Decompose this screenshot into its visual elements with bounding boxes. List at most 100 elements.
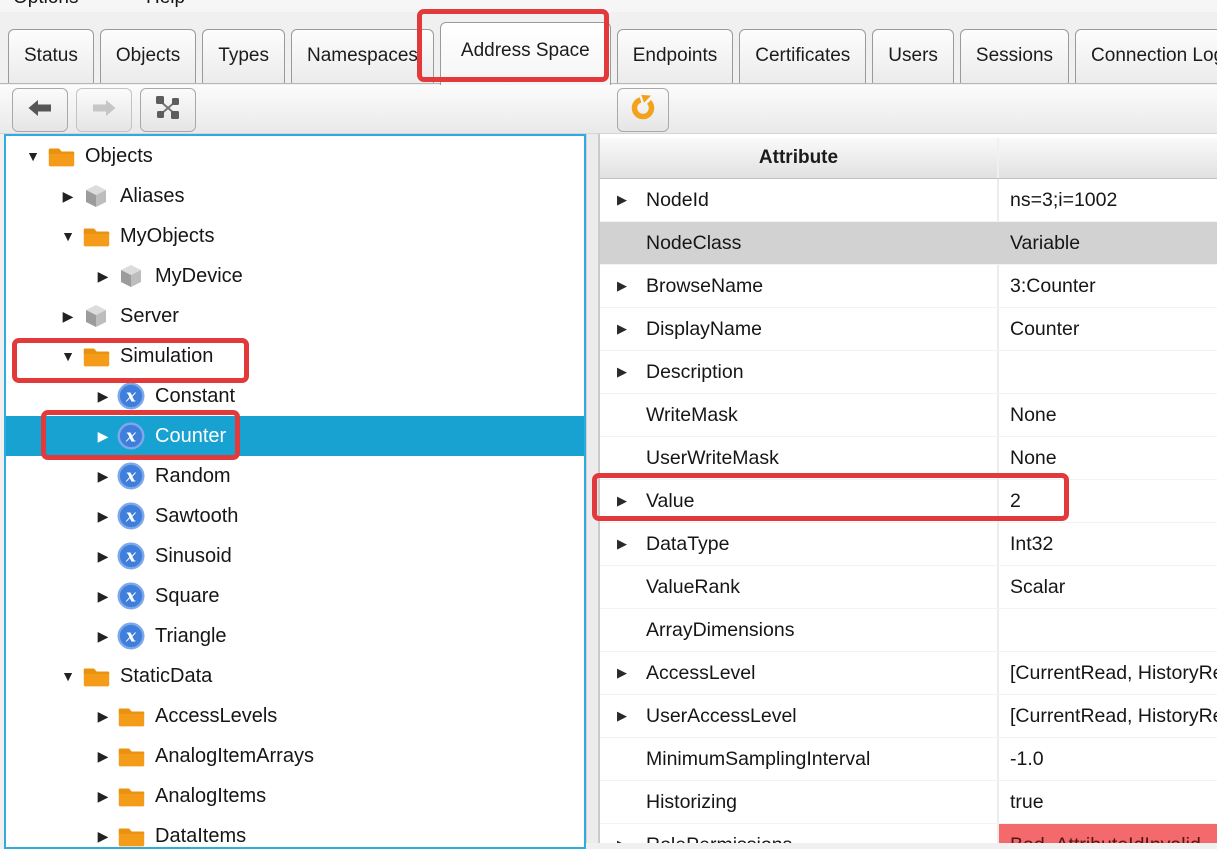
tab-certificates[interactable]: Certificates [739, 29, 866, 83]
expand-arrow-icon[interactable]: ▶ [617, 364, 627, 380]
tree-item-triangle[interactable]: ▶xTriangle [6, 616, 584, 656]
attribute-name-cell: ▶RolePermissions [600, 824, 997, 843]
pane-splitter[interactable] [586, 134, 599, 843]
expand-arrow-icon[interactable]: ▶ [90, 388, 116, 405]
svg-text:x: x [125, 387, 137, 407]
tab-endpoints[interactable]: Endpoints [617, 29, 734, 83]
attribute-row-datatype[interactable]: ▶DataTypeInt32 [600, 523, 1217, 566]
attribute-row-nodeclass[interactable]: NodeClassVariable [600, 222, 1217, 265]
tab-address-space[interactable]: Address Space [440, 22, 611, 85]
menu-item-help[interactable]: Help [146, 0, 185, 11]
folder-icon [116, 702, 146, 730]
tree-item-analogitems[interactable]: ▶AnalogItems [6, 776, 584, 816]
tab-users[interactable]: Users [872, 29, 954, 83]
expand-arrow-icon[interactable]: ▶ [90, 548, 116, 565]
expand-arrow-icon[interactable]: ▶ [90, 508, 116, 525]
expand-arrow-icon[interactable]: ▶ [617, 493, 627, 509]
tree-item-dataitems[interactable]: ▶DataItems [6, 816, 584, 849]
attribute-name-label: Historizing [646, 791, 737, 814]
expand-arrow-icon[interactable]: ▶ [90, 428, 116, 445]
attribute-row-writemask[interactable]: WriteMaskNone [600, 394, 1217, 437]
attribute-row-accesslevel[interactable]: ▶AccessLevel[CurrentRead, HistoryRead] [600, 652, 1217, 695]
expand-arrow-icon[interactable]: ▶ [90, 828, 116, 845]
attribute-row-nodeid[interactable]: ▶NodeIdns=3;i=1002 [600, 179, 1217, 222]
expand-arrow-icon[interactable]: ▶ [617, 321, 627, 337]
tab-sessions[interactable]: Sessions [960, 29, 1069, 83]
tab-connection-log[interactable]: Connection Log [1075, 29, 1217, 83]
tree-item-accesslevels[interactable]: ▶AccessLevels [6, 696, 584, 736]
tab-types[interactable]: Types [202, 29, 285, 83]
tree-item-mydevice[interactable]: ▶MyDevice [6, 256, 584, 296]
attribute-row-valuerank[interactable]: ValueRankScalar [600, 566, 1217, 609]
attribute-name-label: WriteMask [646, 404, 738, 427]
expand-arrow-icon[interactable]: ▶ [617, 708, 627, 724]
tree-item-myobjects[interactable]: ▼MyObjects [6, 216, 584, 256]
attribute-value-label: [CurrentRead, HistoryRead] [1010, 705, 1217, 728]
node-graph-button[interactable] [140, 88, 196, 132]
expand-arrow-icon[interactable]: ▶ [55, 308, 81, 325]
expand-arrow-icon[interactable]: ▶ [90, 628, 116, 645]
expand-arrow-icon[interactable]: ▶ [90, 788, 116, 805]
attribute-name-cell: ArrayDimensions [600, 609, 997, 651]
expand-arrow-icon[interactable]: ▶ [90, 708, 116, 725]
expand-arrow-icon[interactable]: ▶ [617, 536, 627, 552]
attribute-name-cell: ▶Description [600, 351, 997, 393]
forward-button[interactable] [76, 88, 132, 132]
menu-item-options[interactable]: Options [13, 0, 78, 11]
attribute-value-cell: Scalar [997, 566, 1217, 608]
tree-item-sawtooth[interactable]: ▶xSawtooth [6, 496, 584, 536]
tree-item-square[interactable]: ▶xSquare [6, 576, 584, 616]
collapse-arrow-icon[interactable]: ▼ [55, 668, 81, 684]
attribute-row-useraccesslevel[interactable]: ▶UserAccessLevel[CurrentRead, HistoryRea… [600, 695, 1217, 738]
attribute-row-browsename[interactable]: ▶ BrowseName 3:Counter [600, 265, 1217, 308]
value-column-header[interactable] [999, 138, 1217, 178]
expand-arrow-icon[interactable]: ▶ [90, 468, 116, 485]
collapse-arrow-icon[interactable]: ▼ [55, 348, 81, 364]
tab-objects[interactable]: Objects [100, 29, 196, 83]
attribute-value-cell: Int32 [997, 523, 1217, 565]
expand-arrow-icon[interactable]: ▶ [90, 268, 116, 285]
tree-item-counter[interactable]: ▶xCounter [6, 416, 584, 456]
expand-arrow-icon[interactable]: ▶ [90, 588, 116, 605]
attribute-row-description[interactable]: ▶Description [600, 351, 1217, 394]
tree-item-server[interactable]: ▶Server [6, 296, 584, 336]
collapse-arrow-icon[interactable]: ▼ [55, 228, 81, 244]
tree-item-constant[interactable]: ▶xConstant [6, 376, 584, 416]
expand-arrow-icon[interactable]: ▶ [55, 188, 81, 205]
tree-item-objects[interactable]: ▼ Objects [6, 136, 584, 176]
attribute-value-label: 3:Counter [1010, 275, 1096, 298]
refresh-button[interactable] [617, 88, 669, 132]
attribute-row-userwritemask[interactable]: UserWriteMaskNone [600, 437, 1217, 480]
tab-namespaces[interactable]: Namespaces [291, 29, 434, 83]
tab-status[interactable]: Status [8, 29, 94, 83]
tree-item-staticdata[interactable]: ▼StaticData [6, 656, 584, 696]
expand-arrow-icon[interactable]: ▶ [617, 278, 627, 294]
tree-item-aliases[interactable]: ▶Aliases [6, 176, 584, 216]
cube-icon [81, 302, 111, 330]
attribute-row-historizing[interactable]: Historizingtrue [600, 781, 1217, 824]
collapse-arrow-icon[interactable]: ▼ [20, 148, 46, 164]
tree-item-label: Simulation [120, 345, 213, 368]
attribute-name-label: AccessLevel [646, 662, 755, 685]
folder-icon [116, 742, 146, 770]
tree-item-simulation[interactable]: ▼ Simulation [6, 336, 584, 376]
tree-item-random[interactable]: ▶xRandom [6, 456, 584, 496]
attributes-panel: Attribute ▶NodeIdns=3;i=1002NodeClassVar… [599, 134, 1217, 843]
attribute-column-header[interactable]: Attribute [600, 138, 997, 178]
attribute-name-cell: ▶ AccessLevel [600, 652, 997, 694]
expand-arrow-icon[interactable]: ▶ [617, 192, 627, 208]
attribute-row-rolepermissions[interactable]: ▶RolePermissionsBad_AttributeIdInvalid [600, 824, 1217, 843]
expand-arrow-icon[interactable]: ▶ [90, 748, 116, 765]
attribute-row-value[interactable]: ▶Value2 [600, 480, 1217, 523]
expand-arrow-icon[interactable]: ▶ [617, 837, 627, 843]
back-button[interactable] [12, 88, 68, 132]
attribute-row-arraydimensions[interactable]: ArrayDimensions [600, 609, 1217, 652]
attribute-row-minimumsamplinginterval[interactable]: MinimumSamplingInterval-1.0 [600, 738, 1217, 781]
cube-icon [116, 262, 146, 290]
attribute-name-label: BrowseName [646, 275, 763, 298]
expand-arrow-icon[interactable]: ▶ [617, 665, 627, 681]
tree-item-label: Objects [85, 145, 153, 168]
attribute-row-displayname[interactable]: ▶DisplayNameCounter [600, 308, 1217, 351]
tree-item-analogitemarrays[interactable]: ▶AnalogItemArrays [6, 736, 584, 776]
tree-item-sinusoid[interactable]: ▶xSinusoid [6, 536, 584, 576]
